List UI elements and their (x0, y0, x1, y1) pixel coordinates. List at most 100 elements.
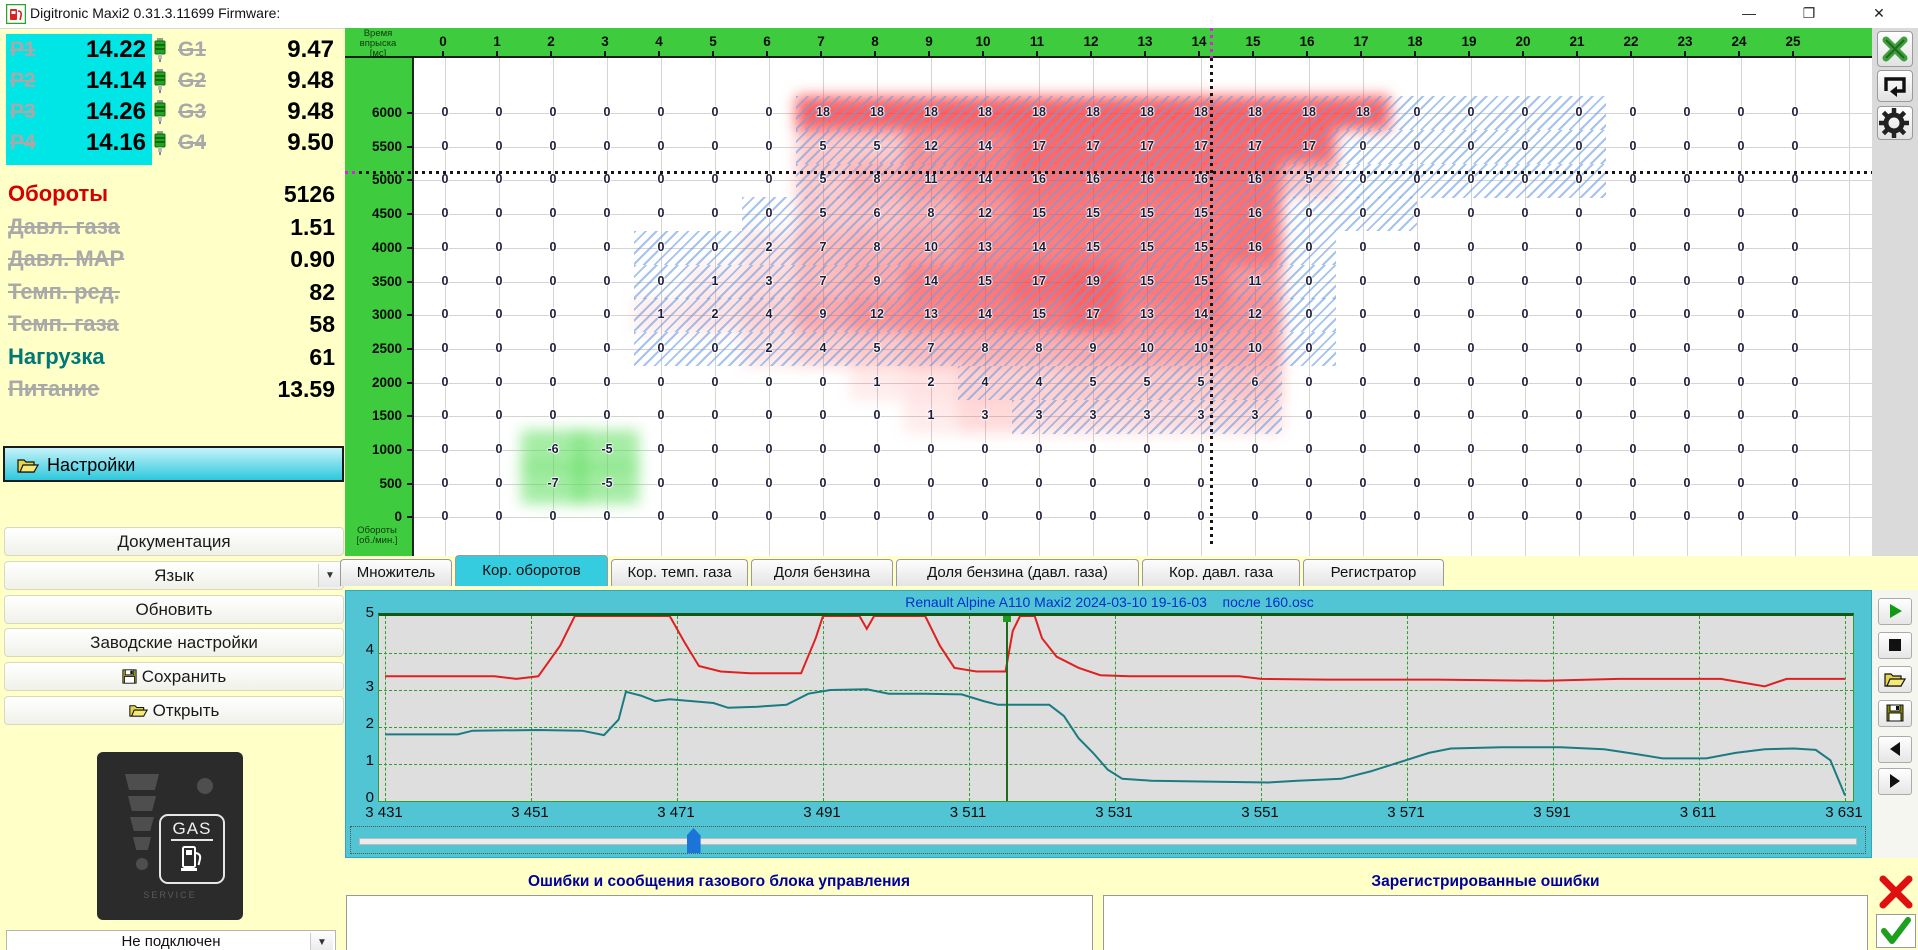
map-cell[interactable]: 0 (1779, 172, 1811, 186)
map-cell[interactable]: 0 (645, 274, 677, 288)
map-cell[interactable]: 2 (915, 375, 947, 389)
map-cell[interactable]: 0 (1509, 105, 1541, 119)
map-cell[interactable]: 0 (1455, 105, 1487, 119)
map-close-button[interactable] (1877, 31, 1913, 67)
map-cell[interactable]: 5 (1293, 172, 1325, 186)
map-cell[interactable]: 13 (1131, 307, 1163, 321)
map-cell[interactable]: 0 (1725, 240, 1757, 254)
map-cell[interactable]: 0 (429, 206, 461, 220)
tab-7[interactable]: Регистратор (1303, 559, 1444, 586)
step-back-button[interactable] (1878, 736, 1912, 763)
map-cell[interactable]: 0 (429, 139, 461, 153)
map-cell[interactable]: 0 (1779, 408, 1811, 422)
map-cell[interactable]: 17 (1293, 139, 1325, 153)
map-cell[interactable]: 0 (1347, 172, 1379, 186)
map-cell[interactable]: 0 (645, 172, 677, 186)
map-cell[interactable]: -5 (591, 442, 623, 456)
map-cell[interactable]: 0 (1293, 509, 1325, 523)
map-cell[interactable]: 0 (699, 476, 731, 490)
map-cell[interactable]: 0 (699, 139, 731, 153)
minimize-button[interactable]: — (1726, 0, 1772, 27)
map-cell[interactable]: 0 (1617, 139, 1649, 153)
map-cell[interactable]: 0 (1455, 172, 1487, 186)
map-cell[interactable]: 0 (1347, 240, 1379, 254)
map-cell[interactable]: 17 (1077, 307, 1109, 321)
map-cell[interactable]: 5 (807, 206, 839, 220)
map-cell[interactable]: 0 (645, 442, 677, 456)
map-cell[interactable]: 0 (1671, 172, 1703, 186)
map-cell[interactable]: 0 (1347, 139, 1379, 153)
map-cell[interactable]: 0 (1563, 509, 1595, 523)
map-cell[interactable]: 0 (1401, 105, 1433, 119)
map-cell[interactable]: 8 (1023, 341, 1055, 355)
map-cell[interactable]: 2 (753, 341, 785, 355)
map-cell[interactable]: 0 (429, 240, 461, 254)
map-cell[interactable]: 15 (1131, 240, 1163, 254)
map-cell[interactable]: 0 (429, 172, 461, 186)
map-cell[interactable]: 15 (1077, 240, 1109, 254)
map-cell[interactable]: 0 (483, 442, 515, 456)
map-cell[interactable]: 0 (1239, 509, 1271, 523)
map-cell[interactable]: 18 (1293, 105, 1325, 119)
map-cell[interactable]: 0 (1563, 206, 1595, 220)
map-cell[interactable]: 0 (591, 341, 623, 355)
map-cell[interactable]: 0 (1563, 105, 1595, 119)
map-cell[interactable]: 18 (861, 105, 893, 119)
map-cell[interactable]: 0 (1671, 408, 1703, 422)
map-cell[interactable]: 0 (1455, 442, 1487, 456)
open-file-button[interactable] (1878, 666, 1912, 693)
map-cell[interactable]: 0 (1779, 274, 1811, 288)
map-cell[interactable]: 0 (1617, 172, 1649, 186)
map-cell[interactable]: 0 (1401, 206, 1433, 220)
map-cell[interactable]: 0 (753, 375, 785, 389)
map-cell[interactable]: 0 (483, 172, 515, 186)
map-cell[interactable]: 0 (699, 172, 731, 186)
map-cell[interactable]: 0 (1563, 240, 1595, 254)
map-cell[interactable]: 0 (537, 240, 569, 254)
chart-cursor-line[interactable] (1005, 616, 1008, 801)
map-cell[interactable]: 0 (1725, 341, 1757, 355)
map-cell[interactable]: 0 (699, 375, 731, 389)
map-cell[interactable]: 0 (1293, 442, 1325, 456)
map-cell[interactable]: 15 (1023, 206, 1055, 220)
map-cell[interactable]: 0 (645, 240, 677, 254)
map-cell[interactable]: 0 (1671, 341, 1703, 355)
map-cell[interactable]: 0 (1725, 206, 1757, 220)
map-cell[interactable]: 0 (1509, 476, 1541, 490)
map-cell[interactable]: 0 (1347, 206, 1379, 220)
map-cell[interactable]: 5 (807, 139, 839, 153)
map-cell[interactable]: 0 (1617, 240, 1649, 254)
map-cell[interactable]: 0 (1779, 442, 1811, 456)
map-cell[interactable]: 0 (969, 509, 1001, 523)
map-cell[interactable]: 0 (429, 509, 461, 523)
map-cell[interactable]: 18 (1239, 105, 1271, 119)
map-cell[interactable]: 0 (1671, 105, 1703, 119)
map-cell[interactable]: 11 (915, 172, 947, 186)
map-cell[interactable]: 0 (1671, 206, 1703, 220)
map-cell[interactable]: 0 (1401, 139, 1433, 153)
map-cell[interactable]: 0 (483, 105, 515, 119)
map-cell[interactable]: 0 (645, 509, 677, 523)
map-cell[interactable]: 17 (1023, 274, 1055, 288)
map-cell[interactable]: 0 (807, 476, 839, 490)
map-cell[interactable]: 0 (537, 341, 569, 355)
close-button[interactable]: ✕ (1856, 0, 1902, 27)
map-cell[interactable]: 0 (1725, 172, 1757, 186)
tab-1[interactable]: Множитель (340, 559, 452, 586)
map-cell[interactable]: 0 (645, 341, 677, 355)
map-cell[interactable]: 4 (969, 375, 1001, 389)
map-cell[interactable]: 0 (1617, 476, 1649, 490)
tab-3[interactable]: Кор. темп. газа (611, 559, 748, 586)
map-cell[interactable]: 0 (1293, 240, 1325, 254)
map-cell[interactable]: 7 (807, 274, 839, 288)
map-cell[interactable]: 0 (1725, 274, 1757, 288)
map-cell[interactable]: 10 (1239, 341, 1271, 355)
map-cell[interactable]: 0 (1293, 408, 1325, 422)
map-cell[interactable]: 0 (1023, 476, 1055, 490)
map-cell[interactable]: 0 (1077, 509, 1109, 523)
map-cell[interactable]: 5 (1131, 375, 1163, 389)
map-cell[interactable]: 0 (1509, 307, 1541, 321)
map-cell[interactable]: 11 (1239, 274, 1271, 288)
map-cell[interactable]: 18 (1347, 105, 1379, 119)
map-cell[interactable]: 0 (753, 408, 785, 422)
